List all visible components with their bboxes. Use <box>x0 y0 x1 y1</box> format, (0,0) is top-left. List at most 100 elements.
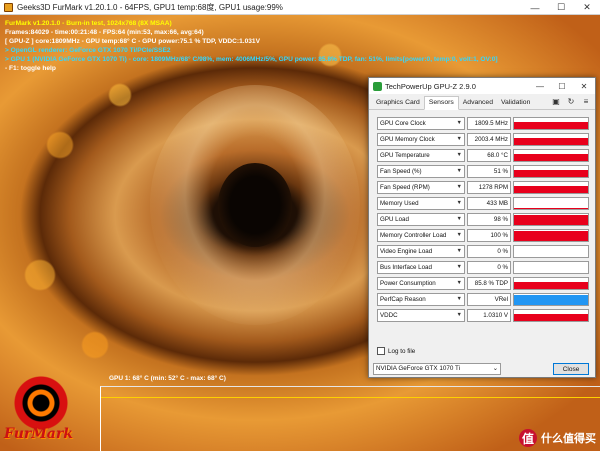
gpuz-tab-bar: Graphics Card Sensors Advanced Validatio… <box>369 94 595 110</box>
sensor-value: 1278 RPM <box>467 180 511 194</box>
menu-icon[interactable]: ≡ <box>581 96 591 106</box>
camera-icon[interactable]: ▣ <box>551 96 561 106</box>
sensor-graph-fill <box>514 215 588 225</box>
sensor-name: Fan Speed (%) <box>380 167 422 175</box>
sensor-name-dropdown[interactable]: Memory Used ▼ <box>377 196 465 210</box>
sensor-graph-fill <box>514 314 588 321</box>
chevron-down-icon: ▼ <box>456 248 462 254</box>
watermark: 值 什么值得买 <box>519 429 596 447</box>
overlay-line-help: - F1: toggle help <box>5 65 56 72</box>
sensor-name-dropdown[interactable]: GPU Memory Clock ▼ <box>377 132 465 146</box>
sensor-row: Fan Speed (RPM) ▼ 1278 RPM <box>377 179 589 195</box>
chevron-down-icon: ▼ <box>456 152 462 158</box>
sensor-graph <box>513 292 589 306</box>
sensor-name-dropdown[interactable]: Video Engine Load ▼ <box>377 244 465 258</box>
sensor-name-dropdown[interactable]: PerfCap Reason ▼ <box>377 292 465 306</box>
maximize-button[interactable]: ☐ <box>548 0 574 15</box>
sensor-graph-fill <box>514 231 588 241</box>
sensor-row: GPU Memory Clock ▼ 2003.4 MHz <box>377 131 589 147</box>
sensor-graph <box>513 260 589 274</box>
sensor-row: Memory Used ▼ 433 MB <box>377 195 589 211</box>
fur-eye-pupil <box>218 163 292 247</box>
sensor-name: GPU Memory Clock <box>380 135 435 143</box>
chevron-down-icon: ▼ <box>456 232 462 238</box>
temperature-graph-line <box>101 397 600 398</box>
gpuz-window: TechPowerUp GPU-Z 2.9.0 — ☐ ✕ Graphics C… <box>368 77 596 378</box>
sensor-value: 0 % <box>467 260 511 274</box>
sensor-name-dropdown[interactable]: GPU Load ▼ <box>377 212 465 226</box>
gpuz-maximize-button[interactable]: ☐ <box>551 78 573 94</box>
gpuz-close-button[interactable]: ✕ <box>573 78 595 94</box>
sensor-row: Fan Speed (%) ▼ 51 % <box>377 163 589 179</box>
sensor-name: Memory Used <box>380 199 419 207</box>
sensor-graph <box>513 116 589 130</box>
sensor-name-dropdown[interactable]: Fan Speed (RPM) ▼ <box>377 180 465 194</box>
sensor-graph <box>513 244 589 258</box>
sensor-graph <box>513 148 589 162</box>
sensor-row: GPU Load ▼ 98 % <box>377 211 589 227</box>
furmark-window-title: Geeks3D FurMark v1.20.1.0 - 64FPS, GPU1 … <box>17 2 283 12</box>
watermark-icon: 值 <box>519 429 537 447</box>
sensor-graph-fill <box>514 170 588 177</box>
gpuz-minimize-button[interactable]: — <box>529 78 551 94</box>
overlay-line-gpu1: > GPU 1 (NVIDIA GeForce GTX 1070 Ti) - c… <box>5 56 498 63</box>
sensor-value: 98 % <box>467 212 511 226</box>
chevron-down-icon: ⌄ <box>492 365 498 372</box>
minimize-button[interactable]: — <box>522 0 548 15</box>
sensor-row: PerfCap Reason ▼ VRel <box>377 291 589 307</box>
sensor-name: GPU Temperature <box>380 151 430 159</box>
sensor-value: 2003.4 MHz <box>467 132 511 146</box>
sensor-name-dropdown[interactable]: Power Consumption ▼ <box>377 276 465 290</box>
sensor-name: PerfCap Reason <box>380 295 426 303</box>
overlay-line-title: FurMark v1.20.1.0 - Burn-in test, 1024x7… <box>5 20 172 27</box>
sensor-row: Bus Interface Load ▼ 0 % <box>377 259 589 275</box>
log-to-file[interactable]: Log to file <box>377 347 415 355</box>
sensor-graph <box>513 180 589 194</box>
chevron-down-icon: ▼ <box>456 184 462 190</box>
gpuz-footer-close-button[interactable]: Close <box>553 363 589 375</box>
sensor-name-dropdown[interactable]: GPU Core Clock ▼ <box>377 116 465 130</box>
chevron-down-icon: ▼ <box>456 312 462 318</box>
sensor-name-dropdown[interactable]: VDDC ▼ <box>377 308 465 322</box>
tab-validation[interactable]: Validation <box>497 97 534 109</box>
sensor-graph-fill <box>514 186 588 193</box>
chevron-down-icon: ▼ <box>456 136 462 142</box>
chevron-down-icon: ▼ <box>456 168 462 174</box>
sensor-list: GPU Core Clock ▼ 1809.5 MHz GPU Memory Cloc… <box>377 115 589 323</box>
watermark-text: 什么值得买 <box>541 433 596 445</box>
sensor-name-dropdown[interactable]: Memory Controller Load ▼ <box>377 228 465 242</box>
sensor-graph <box>513 276 589 290</box>
sensor-name: GPU Load <box>380 215 409 223</box>
sensor-name: VDDC <box>380 311 398 319</box>
sensor-graph <box>513 196 589 210</box>
sensor-graph-fill <box>514 154 588 161</box>
gpu-select[interactable]: NVIDIA GeForce GTX 1070 Ti ⌄ <box>373 362 501 375</box>
log-to-file-checkbox[interactable] <box>377 347 385 355</box>
sensor-value: 1.0310 V <box>467 308 511 322</box>
sensor-graph-fill <box>514 138 588 145</box>
refresh-icon[interactable]: ↻ <box>566 96 576 106</box>
overlay-line-renderer: > OpenGL renderer: GeForce GTX 1070 Ti/P… <box>5 47 171 54</box>
furmark-flame-icon <box>14 370 68 430</box>
tab-sensors[interactable]: Sensors <box>423 96 459 110</box>
sensor-name-dropdown[interactable]: GPU Temperature ▼ <box>377 148 465 162</box>
chevron-down-icon: ▼ <box>456 216 462 222</box>
chevron-down-icon: ▼ <box>456 264 462 270</box>
sensor-graph-fill <box>514 281 588 289</box>
tab-graphics-card[interactable]: Graphics Card <box>372 97 424 109</box>
gpuz-footer: NVIDIA GeForce GTX 1070 Ti ⌄ Close <box>369 360 595 377</box>
overlay-line-frames: Frames:84029 - time:00:21:48 - FPS:64 (m… <box>5 29 204 36</box>
gpuz-titlebar[interactable]: TechPowerUp GPU-Z 2.9.0 — ☐ ✕ <box>369 78 595 94</box>
sensor-name: Fan Speed (RPM) <box>380 183 430 191</box>
sensor-name-dropdown[interactable]: Fan Speed (%) ▼ <box>377 164 465 178</box>
tab-advanced[interactable]: Advanced <box>459 97 497 109</box>
sensor-row: GPU Temperature ▼ 68.0 °C <box>377 147 589 163</box>
close-button[interactable]: ✕ <box>574 0 600 15</box>
furmark-logo: FurMark <box>2 360 94 450</box>
furmark-titlebar[interactable]: Geeks3D FurMark v1.20.1.0 - 64FPS, GPU1 … <box>0 0 600 15</box>
sensor-row: GPU Core Clock ▼ 1809.5 MHz <box>377 115 589 131</box>
sensor-name-dropdown[interactable]: Bus Interface Load ▼ <box>377 260 465 274</box>
sensor-name: GPU Core Clock <box>380 119 426 127</box>
overlay-line-gpuz: [ GPU-Z ] core:1809MHz - GPU temp:68° C … <box>5 38 260 45</box>
furmark-app-icon <box>4 2 13 12</box>
